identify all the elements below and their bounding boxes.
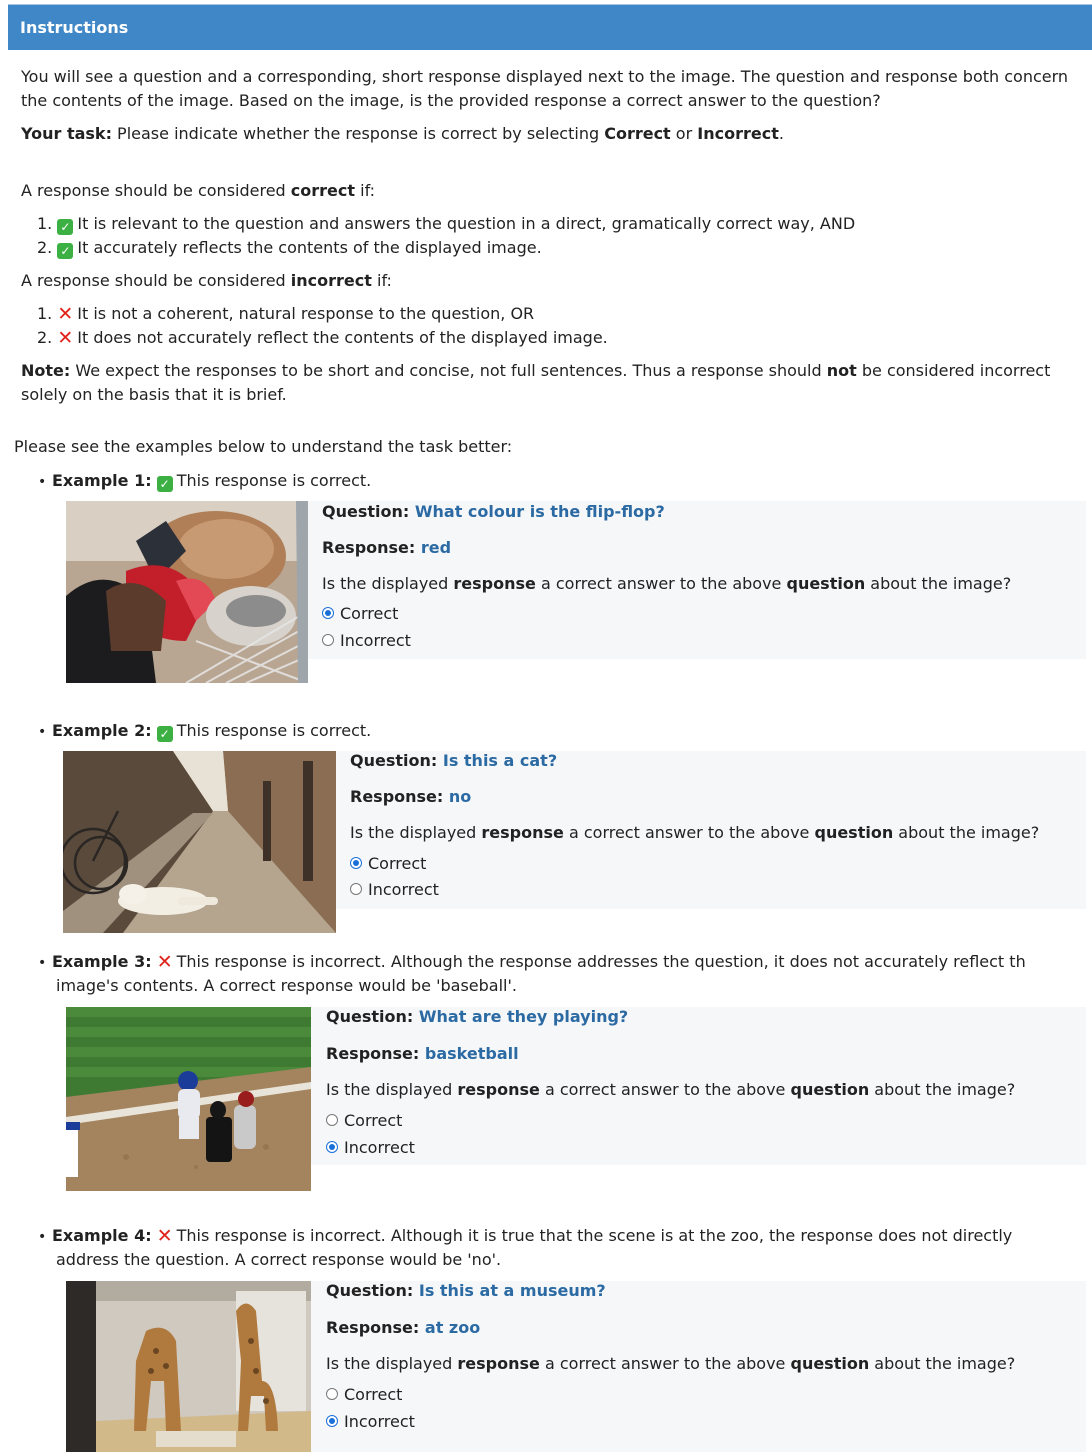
example-3-question: Question: What are they playing?: [326, 1007, 629, 1026]
radio-unselected-icon[interactable]: [322, 634, 334, 646]
radio-unselected-icon[interactable]: [326, 1388, 338, 1400]
cross-mark-icon: ✕: [57, 303, 74, 325]
see-examples-text: Please see the examples below to underst…: [14, 437, 513, 456]
check-mark-icon: ✓: [57, 243, 74, 259]
example-2-response: Response: no: [350, 787, 472, 806]
example-4-title: • Example 4: ✕ This response is incorrect.…: [38, 1225, 1013, 1247]
note-line: Note: We expect the responses to be shor…: [21, 361, 1051, 380]
example-2-option-correct[interactable]: Correct: [350, 854, 426, 873]
example-2-option-incorrect[interactable]: Incorrect: [350, 880, 439, 899]
example-1-option-correct[interactable]: Correct: [322, 604, 398, 623]
incorrect-criteria-item: 1. ✕ It is not a coherent, natural respon…: [37, 303, 535, 325]
example-3-title-cont: image's contents. A correct response wou…: [56, 976, 517, 995]
example-2-question: Question: Is this a cat?: [350, 751, 558, 770]
header-title: Instructions: [20, 18, 129, 37]
cross-mark-icon: ✕: [156, 1225, 173, 1247]
example-4-option-correct[interactable]: Correct: [326, 1385, 402, 1404]
correct-criteria-item: 2. ✓ It accurately reflects the contents …: [37, 238, 542, 259]
example-2-image: [63, 751, 336, 933]
example-4-title-cont: address the question. A correct response…: [56, 1250, 502, 1269]
task-line: Your task: Please indicate whether the r…: [21, 124, 784, 143]
radio-selected-icon[interactable]: [326, 1415, 338, 1427]
example-4-image: [66, 1281, 311, 1452]
example-4-response: Response: at zoo: [326, 1318, 481, 1337]
incorrect-criteria-heading: A response should be considered incorrec…: [21, 271, 392, 290]
radio-unselected-icon[interactable]: [350, 883, 362, 895]
example-1-title: • Example 1: ✓ This response is correct.: [38, 471, 372, 492]
example-4-prompt: Is the displayed response a correct answ…: [326, 1354, 1016, 1373]
example-3-prompt: Is the displayed response a correct answ…: [326, 1080, 1016, 1099]
cross-mark-icon: ✕: [57, 327, 74, 349]
example-1-image: [66, 501, 308, 683]
example-3-option-correct[interactable]: Correct: [326, 1111, 402, 1130]
radio-selected-icon[interactable]: [350, 857, 362, 869]
incorrect-criteria-item: 2. ✕ It does not accurately reflect the c…: [37, 327, 608, 349]
example-3-title: • Example 3: ✕ This response is incorrect.…: [38, 951, 1026, 973]
example-3-response: Response: basketball: [326, 1044, 519, 1063]
example-4-question: Question: Is this at a museum?: [326, 1281, 606, 1300]
radio-selected-icon[interactable]: [326, 1141, 338, 1153]
check-mark-icon: ✓: [156, 476, 173, 492]
correct-criteria-item: 1. ✓ It is relevant to the question and a…: [37, 214, 856, 235]
radio-unselected-icon[interactable]: [326, 1114, 338, 1126]
check-mark-icon: ✓: [156, 726, 173, 742]
example-3-option-incorrect[interactable]: Incorrect: [326, 1138, 415, 1157]
example-1-question: Question: What colour is the flip-flop?: [322, 502, 665, 521]
example-1-response: Response: red: [322, 538, 452, 557]
example-2-prompt: Is the displayed response a correct answ…: [350, 823, 1040, 842]
correct-criteria-heading: A response should be considered correct …: [21, 181, 376, 200]
note-line-2: solely on the basis that it is brief.: [21, 385, 287, 404]
example-4-option-incorrect[interactable]: Incorrect: [326, 1412, 415, 1431]
example-2-title: • Example 2: ✓ This response is correct.: [38, 721, 372, 742]
intro-paragraph: You will see a question and a correspond…: [21, 67, 1069, 110]
example-1-prompt: Is the displayed response a correct answ…: [322, 574, 1012, 593]
check-mark-icon: ✓: [57, 219, 74, 235]
example-3-image: [66, 1007, 311, 1191]
cross-mark-icon: ✕: [156, 951, 173, 973]
instructions-header[interactable]: Instructions: [8, 5, 1092, 50]
example-1-option-incorrect[interactable]: Incorrect: [322, 631, 411, 650]
radio-selected-icon[interactable]: [322, 607, 334, 619]
